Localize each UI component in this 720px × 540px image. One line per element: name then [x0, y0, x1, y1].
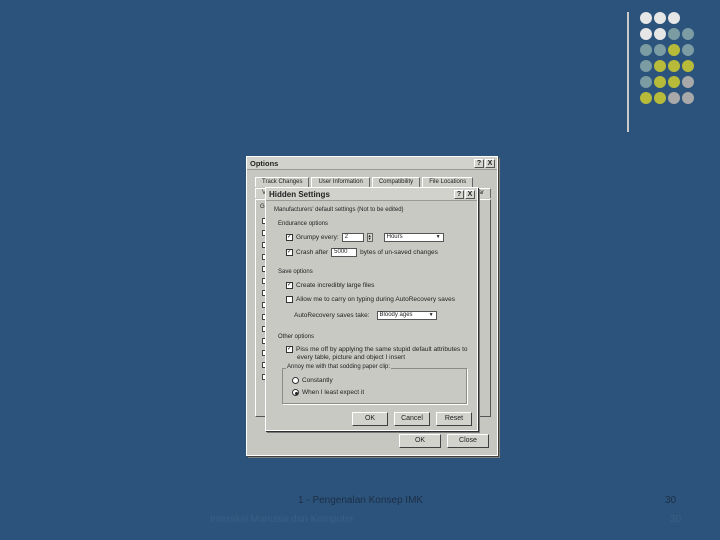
- grumpy-unit-dropdown[interactable]: Hours ▼: [383, 233, 444, 242]
- grumpy-value: 2: [344, 234, 348, 240]
- chevron-down-icon: ▼: [428, 312, 434, 318]
- decorative-dot: [654, 92, 666, 104]
- hidden-settings-title: Hidden Settings: [269, 189, 330, 199]
- constantly-row: Constantly: [292, 377, 333, 384]
- options-title: Options: [250, 158, 279, 168]
- default-attributes-checkbox[interactable]: ✓: [286, 346, 293, 353]
- autorecovery-label: AutoRecovery saves take:: [294, 312, 370, 319]
- slide-watermark: Interaksi Manusia dan Komputer: [210, 514, 354, 525]
- tab-track-changes[interactable]: Track Changes: [255, 177, 310, 187]
- decorative-dot: [654, 76, 666, 88]
- decorative-dot: [640, 12, 652, 24]
- carry-on-typing-checkbox[interactable]: [286, 296, 293, 303]
- crash-value: 5000: [334, 249, 348, 255]
- crash-value-field[interactable]: 5000: [331, 248, 358, 257]
- grumpy-unit-value: Hours: [386, 234, 403, 240]
- large-files-checkbox[interactable]: ✓: [286, 282, 293, 289]
- least-expect-row: When I least expect it: [292, 389, 364, 396]
- decorative-dot: [682, 76, 694, 88]
- endurance-options-label: Endurance options: [278, 221, 329, 227]
- crash-suffix: bytes of un-saved changes: [360, 249, 438, 256]
- grumpy-checkbox[interactable]: ✓: [286, 234, 293, 241]
- options-help-button[interactable]: ?: [474, 158, 484, 168]
- constantly-radio[interactable]: [292, 377, 299, 384]
- decorative-dot: [668, 60, 680, 72]
- hidden-reset-button[interactable]: Reset: [436, 412, 472, 426]
- decorative-dot: [640, 60, 652, 72]
- hidden-settings-titlebar: Hidden Settings ? X: [266, 188, 477, 201]
- decorative-dot: [654, 60, 666, 72]
- tab-user-information[interactable]: User Information: [311, 177, 370, 187]
- decorative-dot: [640, 76, 652, 88]
- slide-watermark-number: 30: [670, 514, 682, 525]
- options-titlebar: Options ? X: [247, 157, 497, 170]
- slide-footer-title: 1 - Pengenalan Konsep IMK: [298, 495, 424, 506]
- other-option-1-line2: every table, picture and object I insert: [297, 354, 405, 361]
- tab-compatibility[interactable]: Compatibility: [371, 177, 421, 187]
- decorative-dot: [682, 44, 694, 56]
- least-expect-radio[interactable]: [292, 389, 299, 396]
- decorative-dot: [654, 44, 666, 56]
- hidden-close-button[interactable]: X: [465, 189, 475, 199]
- autorecovery-value: Bloody ages: [379, 312, 413, 318]
- decorative-dot: [668, 76, 680, 88]
- grumpy-label: Grumpy every:: [296, 234, 339, 241]
- save-option-2-row: Allow me to carry on typing during AutoR…: [286, 296, 455, 303]
- paper-clip-groupbox: [282, 368, 467, 404]
- autorecovery-dropdown[interactable]: Bloody ages ▼: [376, 311, 437, 320]
- decorative-dot-grid: [640, 12, 712, 122]
- decorative-dot: [640, 28, 652, 40]
- hidden-help-button[interactable]: ?: [454, 189, 464, 199]
- crash-checkbox[interactable]: ✓: [286, 249, 293, 256]
- crash-label: Crash after: [296, 249, 329, 256]
- hidden-settings-dialog: Hidden Settings ? X Manufacturers' defau…: [265, 187, 478, 431]
- decorative-divider-line: [627, 12, 629, 132]
- save-option-1-row: ✓ Create incredibly large files: [286, 282, 374, 289]
- options-tabs-row1: Track Changes User Information Compatibi…: [255, 177, 474, 187]
- decorative-dot: [682, 92, 694, 104]
- slide-page-number: 30: [665, 495, 677, 506]
- crash-row: ✓ Crash after 5000 bytes of un-saved cha…: [286, 248, 438, 257]
- tab-file-locations[interactable]: File Locations: [422, 177, 474, 187]
- decorative-dot: [682, 28, 694, 40]
- default-attributes-label-line2: every table, picture and object I insert: [297, 354, 406, 361]
- decorative-dot: [668, 44, 680, 56]
- decorative-dot: [682, 60, 694, 72]
- hidden-settings-subtitle: Manufacturers' default settings (Not to …: [274, 207, 404, 213]
- decorative-dot: [654, 28, 666, 40]
- save-options-label: Save options: [278, 269, 313, 275]
- decorative-dot: [654, 12, 666, 24]
- decorative-dot: [668, 28, 680, 40]
- decorative-dot: [668, 12, 680, 24]
- carry-on-typing-label: Allow me to carry on typing during AutoR…: [296, 296, 455, 303]
- grumpy-value-field[interactable]: 2: [341, 233, 364, 242]
- grumpy-spinner[interactable]: ▲ ▼: [366, 233, 373, 242]
- paper-clip-label: Annoy me with that sodding paper clip:: [286, 364, 392, 370]
- hidden-ok-button[interactable]: OK: [352, 412, 388, 426]
- options-ok-button[interactable]: OK: [399, 434, 441, 448]
- decorative-dot: [668, 92, 680, 104]
- least-expect-label: When I least expect it: [302, 389, 365, 396]
- decorative-dot: [640, 44, 652, 56]
- options-close-dialog-button[interactable]: Close: [447, 434, 489, 448]
- constantly-label: Constantly: [302, 377, 333, 384]
- large-files-label: Create incredibly large files: [296, 282, 375, 289]
- decorative-dot: [640, 92, 652, 104]
- other-option-1-row: ✓ Piss me off by applying the same stupi…: [286, 346, 468, 353]
- autorecovery-row: AutoRecovery saves take: Bloody ages ▼: [294, 311, 437, 320]
- chevron-down-icon: ▼: [435, 234, 441, 240]
- grumpy-row: ✓ Grumpy every: 2 ▲ ▼ Hours ▼: [286, 233, 444, 242]
- default-attributes-label-line1: Piss me off by applying the same stupid …: [296, 346, 468, 353]
- hidden-cancel-button[interactable]: Cancel: [394, 412, 430, 426]
- options-close-button[interactable]: X: [485, 158, 495, 168]
- options-dialog: Options ? X Track Changes User Informati…: [246, 156, 498, 456]
- other-options-label: Other options: [278, 334, 315, 340]
